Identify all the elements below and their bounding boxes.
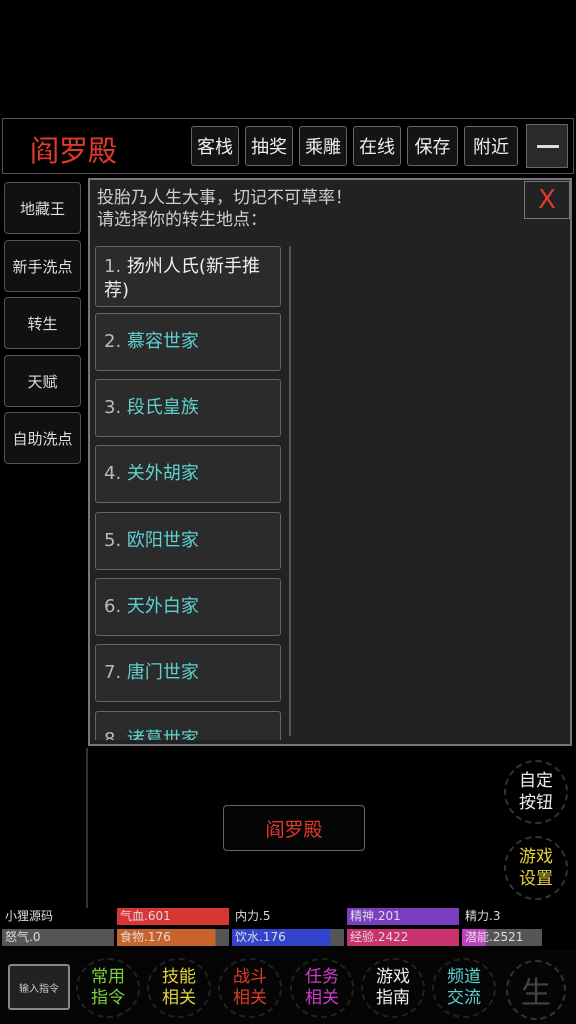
stat-nuqi: 怒气.0 xyxy=(2,929,114,946)
inn-button[interactable]: 客栈 xyxy=(191,126,239,166)
nav-guide[interactable]: 游戏 指南 xyxy=(361,958,425,1018)
nav-channel[interactable]: 频道 交流 xyxy=(432,958,496,1018)
close-button[interactable]: X xyxy=(524,181,570,219)
custom-button[interactable]: 自定 按钮 xyxy=(504,760,568,824)
rebirth-options-list: 1. 扬州人氏(新手推荐) 2. 慕容世家 3. 段氏皇族 4. 关外胡家 5.… xyxy=(92,244,290,740)
panel-divider xyxy=(86,748,88,908)
ride-eagle-button[interactable]: 乘雕 xyxy=(299,126,347,166)
room-title: 阎罗殿 xyxy=(30,134,118,168)
game-settings-button[interactable]: 游戏 设置 xyxy=(504,836,568,900)
dialog-intro: 投胎乃人生大事，切记不可草率！ 请选择你的转生地点： xyxy=(97,188,352,230)
sidebar-item-rebirth[interactable]: 转生 xyxy=(4,297,81,349)
input-command-button[interactable]: 输入指令 xyxy=(8,964,70,1010)
rebirth-option[interactable]: 4. 关外胡家 xyxy=(95,445,281,503)
save-button[interactable]: 保存 xyxy=(407,126,458,166)
stat-jingli: 精力.3 xyxy=(465,909,501,923)
rebirth-option[interactable]: 8. 诸葛世家 xyxy=(95,711,281,740)
rebirth-option[interactable]: 6. 天外白家 xyxy=(95,578,281,636)
stat-qianneng: 潜能.2521 xyxy=(462,929,542,946)
nav-common-commands[interactable]: 常用 指令 xyxy=(76,958,140,1018)
online-button[interactable]: 在线 xyxy=(353,126,401,166)
stat-neili: 内力.5 xyxy=(235,909,271,923)
rebirth-option[interactable]: 1. 扬州人氏(新手推荐) xyxy=(95,246,281,307)
sidebar-item-self-reset[interactable]: 自助洗点 xyxy=(4,412,81,464)
rebirth-option[interactable]: 7. 唐门世家 xyxy=(95,644,281,702)
minimize-button[interactable] xyxy=(526,124,568,168)
sidebar-item-newbie-reset[interactable]: 新手洗点 xyxy=(4,240,81,292)
stat-yinshui: 饮水.176 xyxy=(232,929,344,946)
current-room-button[interactable]: 阎罗殿 xyxy=(223,805,365,851)
rebirth-option[interactable]: 5. 欧阳世家 xyxy=(95,512,281,570)
lottery-button[interactable]: 抽奖 xyxy=(245,126,293,166)
nav-combat[interactable]: 战斗 相关 xyxy=(218,958,282,1018)
more-icon[interactable]: 生 xyxy=(506,960,566,1020)
nav-quests[interactable]: 任务 相关 xyxy=(290,958,354,1018)
stat-shiwu: 食物.176 xyxy=(117,929,229,946)
sidebar-item-dizangwang[interactable]: 地藏王 xyxy=(4,182,81,234)
rebirth-option[interactable]: 3. 段氏皇族 xyxy=(95,379,281,437)
rebirth-option[interactable]: 2. 慕容世家 xyxy=(95,313,281,371)
sidebar-item-talent[interactable]: 天赋 xyxy=(4,355,81,407)
stat-jingyan: 经验.2422 xyxy=(347,929,459,946)
nearby-button[interactable]: 附近 xyxy=(464,126,518,166)
stat-jingshen: 精神.201 xyxy=(347,908,459,925)
stat-qixue: 气血.601 xyxy=(117,908,229,925)
minus-icon xyxy=(537,145,559,148)
player-name: 小狸源码 xyxy=(5,909,54,923)
nav-skills[interactable]: 技能 相关 xyxy=(147,958,211,1018)
